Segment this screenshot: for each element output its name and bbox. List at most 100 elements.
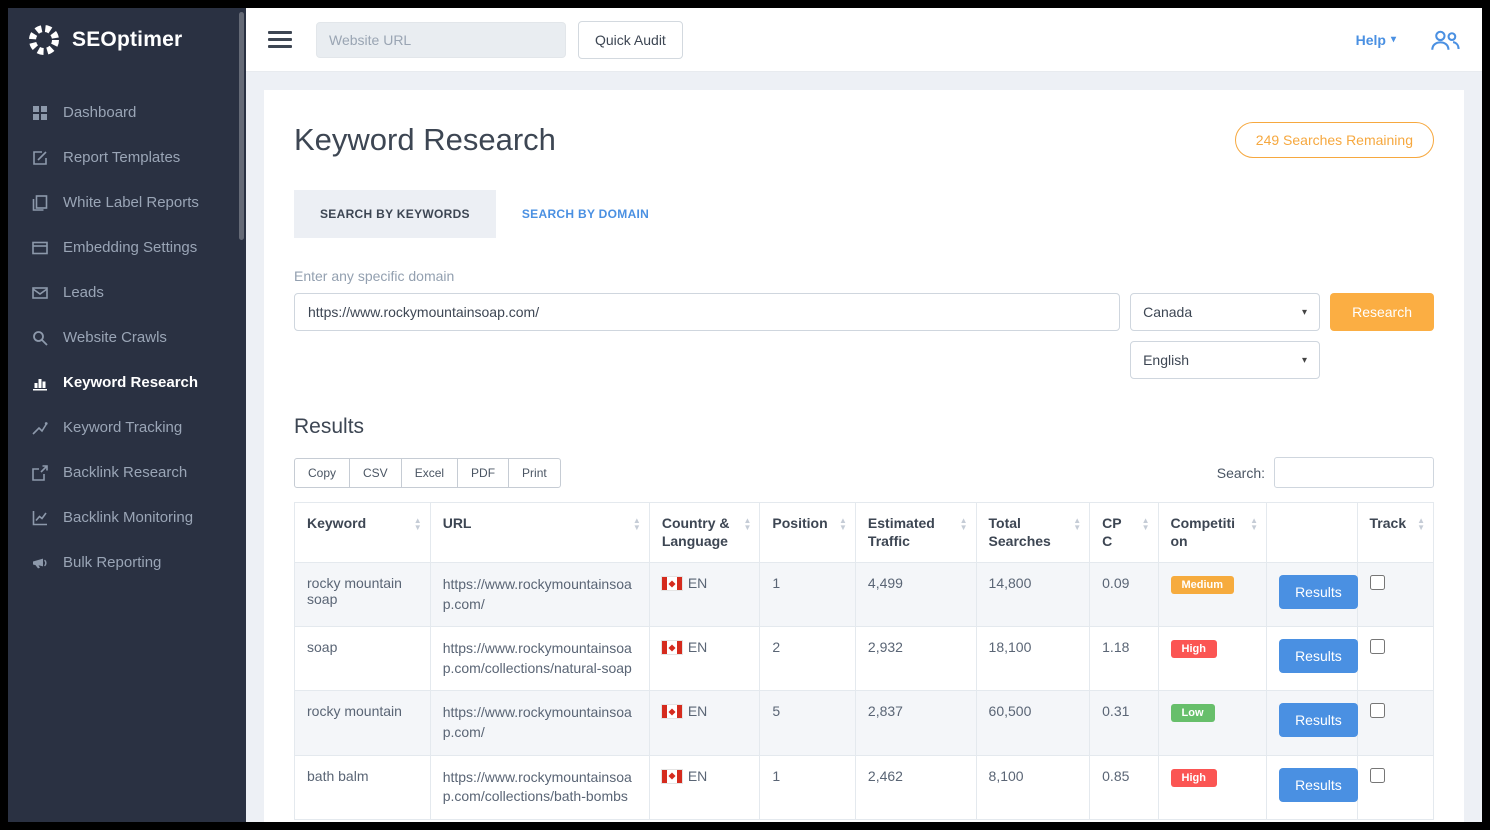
track-checkbox[interactable] [1370, 768, 1385, 783]
col-header-position[interactable]: Position▲▼ [760, 503, 856, 563]
country-cell: EN [649, 691, 760, 755]
country-cell: EN [649, 563, 760, 627]
sidebar-item-dashboard[interactable]: Dashboard [8, 90, 246, 135]
sidebar-item-backlink-monitoring[interactable]: Backlink Monitoring [8, 495, 246, 540]
bar-chart-icon [32, 375, 48, 391]
position-cell: 1 [760, 563, 856, 627]
results-button[interactable]: Results [1279, 639, 1358, 673]
searches-cell: 8,100 [976, 755, 1090, 819]
sidebar-scrollbar-thumb[interactable] [239, 12, 244, 240]
tab-search-by-keywords[interactable]: SEARCH BY KEYWORDS [294, 190, 496, 238]
col-header-url[interactable]: URL▲▼ [430, 503, 649, 563]
users-icon[interactable] [1430, 29, 1460, 51]
searches-cell: 18,100 [976, 627, 1090, 691]
canada-flag-icon [662, 705, 682, 718]
sidebar-item-report-templates[interactable]: Report Templates [8, 135, 246, 180]
traffic-cell: 2,462 [855, 755, 976, 819]
sidebar-item-label: Keyword Tracking [63, 419, 182, 436]
export-button-group: Copy CSV Excel PDF Print [294, 458, 561, 488]
content-area: Keyword Research 249 Searches Remaining … [246, 72, 1482, 822]
tab-search-by-domain[interactable]: SEARCH BY DOMAIN [496, 190, 675, 238]
cpc-cell: 1.18 [1090, 627, 1158, 691]
competition-cell: Low [1158, 691, 1267, 755]
sidebar-item-label: Website Crawls [63, 329, 167, 346]
csv-button[interactable]: CSV [349, 458, 402, 488]
sidebar-item-leads[interactable]: Leads [8, 270, 246, 315]
excel-button[interactable]: Excel [401, 458, 458, 488]
competition-badge: Low [1171, 704, 1215, 722]
keyword-cell: rocky mountain [295, 691, 431, 755]
domain-input[interactable] [294, 293, 1120, 331]
track-checkbox[interactable] [1370, 639, 1385, 654]
dashboard-icon [32, 105, 48, 121]
results-button[interactable]: Results [1279, 768, 1358, 802]
searches-remaining-badge: 249 Searches Remaining [1235, 122, 1434, 158]
table-header-row: Keyword▲▼ URL▲▼ Country & Language▲▼ Pos… [295, 503, 1434, 563]
col-header-country-language[interactable]: Country & Language▲▼ [649, 503, 760, 563]
url-cell: https://www.rockymountainsoap.com/ [430, 691, 649, 755]
col-header-keyword[interactable]: Keyword▲▼ [295, 503, 431, 563]
col-header-estimated-traffic[interactable]: Estimated Traffic▲▼ [855, 503, 976, 563]
help-label: Help [1356, 32, 1386, 48]
keyword-research-card: Keyword Research 249 Searches Remaining … [264, 90, 1464, 822]
pdf-button[interactable]: PDF [457, 458, 509, 488]
cpc-cell: 0.31 [1090, 691, 1158, 755]
edit-icon [32, 150, 48, 166]
competition-badge: High [1171, 640, 1217, 658]
country-select[interactable]: Canada ▾ [1130, 293, 1320, 331]
track-cell [1357, 755, 1433, 819]
page-title: Keyword Research [294, 122, 556, 158]
cpc-cell: 0.85 [1090, 755, 1158, 819]
sidebar-item-keyword-tracking[interactable]: Keyword Tracking [8, 405, 246, 450]
sidebar-item-embedding-settings[interactable]: Embedding Settings [8, 225, 246, 270]
domain-field-label: Enter any specific domain [294, 268, 1434, 284]
col-header-track[interactable]: Track▲▼ [1357, 503, 1433, 563]
country-cell: EN [649, 627, 760, 691]
keyword-cell: rocky mountain soap [295, 563, 431, 627]
main-area: Quick Audit Help ▾ Keyword Research 249 [246, 8, 1482, 822]
table-row: bath balm https://www.rockymountainsoap.… [295, 755, 1434, 819]
results-table: Keyword▲▼ URL▲▼ Country & Language▲▼ Pos… [294, 502, 1434, 820]
col-header-competition[interactable]: Competition▲▼ [1158, 503, 1267, 563]
help-menu[interactable]: Help ▾ [1356, 32, 1396, 48]
sort-icon: ▲▼ [1417, 517, 1425, 531]
position-cell: 2 [760, 627, 856, 691]
sidebar-item-keyword-research[interactable]: Keyword Research [8, 360, 246, 405]
sidebar-item-label: Bulk Reporting [63, 554, 161, 571]
table-row: rocky mountain https://www.rockymountain… [295, 691, 1434, 755]
track-checkbox[interactable] [1370, 575, 1385, 590]
seoptimer-logo-icon [26, 22, 62, 58]
chevron-down-icon: ▾ [1302, 307, 1307, 318]
url-cell: https://www.rockymountainsoap.com/ [430, 563, 649, 627]
canada-flag-icon [662, 770, 682, 783]
results-button[interactable]: Results [1279, 703, 1358, 737]
copy-button[interactable]: Copy [294, 458, 350, 488]
table-row: soap https://www.rockymountainsoap.com/c… [295, 627, 1434, 691]
sidebar-item-label: Backlink Monitoring [63, 509, 193, 526]
megaphone-icon [32, 555, 48, 571]
table-search-input[interactable] [1274, 457, 1434, 488]
col-header-cpc[interactable]: CPC▲▼ [1090, 503, 1158, 563]
brand[interactable]: SEOptimer [8, 8, 246, 72]
sidebar-item-bulk-reporting[interactable]: Bulk Reporting [8, 540, 246, 585]
language-select[interactable]: English ▾ [1130, 341, 1320, 379]
country-select-value: Canada [1143, 304, 1192, 320]
sort-icon: ▲▼ [744, 517, 752, 531]
competition-cell: High [1158, 627, 1267, 691]
col-header-total-searches[interactable]: Total Searches▲▼ [976, 503, 1090, 563]
research-button[interactable]: Research [1330, 293, 1434, 331]
quick-audit-button[interactable]: Quick Audit [578, 21, 683, 59]
sidebar-item-backlink-research[interactable]: Backlink Research [8, 450, 246, 495]
trend-icon [32, 420, 48, 436]
track-checkbox[interactable] [1370, 703, 1385, 718]
language-select-value: English [1143, 352, 1189, 368]
action-cell: Results [1267, 563, 1357, 627]
search-tabs: SEARCH BY KEYWORDS SEARCH BY DOMAIN [294, 190, 1434, 238]
hamburger-menu-icon[interactable] [268, 31, 292, 48]
sidebar-item-white-label-reports[interactable]: White Label Reports [8, 180, 246, 225]
website-url-input[interactable] [316, 22, 566, 58]
print-button[interactable]: Print [508, 458, 561, 488]
results-button[interactable]: Results [1279, 575, 1358, 609]
sidebar: SEOptimer Dashboard Report Templates Whi… [8, 8, 246, 822]
sidebar-item-website-crawls[interactable]: Website Crawls [8, 315, 246, 360]
